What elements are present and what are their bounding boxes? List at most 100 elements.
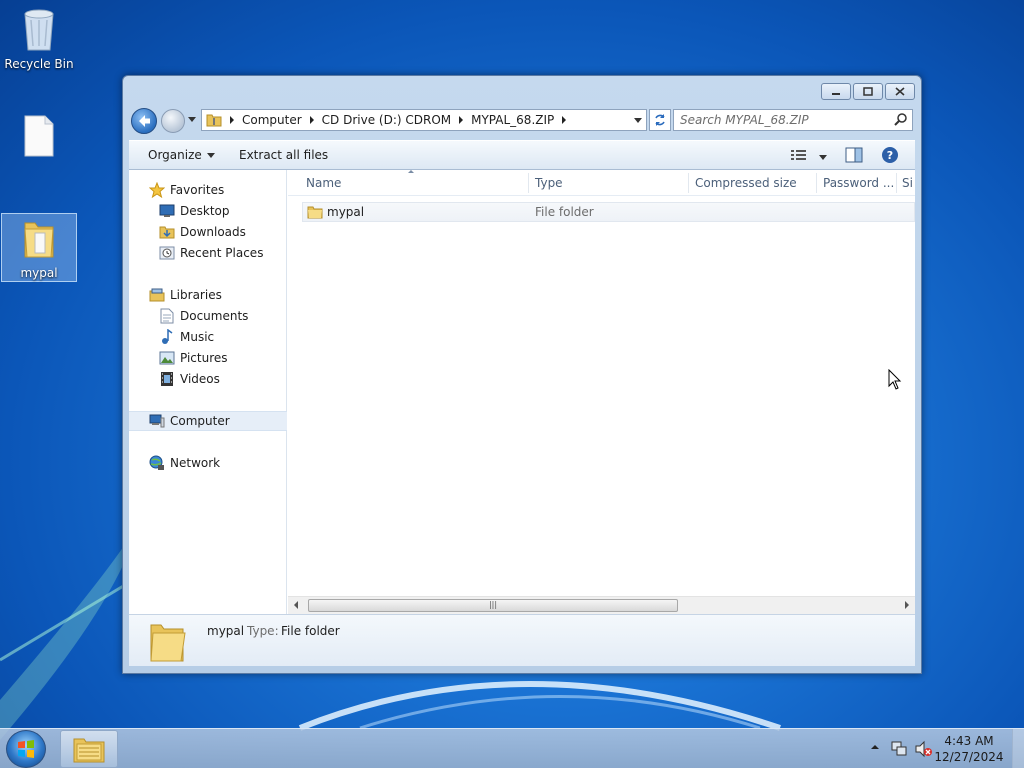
system-clock[interactable]: 4:43 AM 12/27/2024 [934, 733, 1004, 765]
nav-favorites[interactable]: Favorites [129, 180, 287, 200]
music-icon [159, 329, 175, 345]
extract-all-button[interactable]: Extract all files [239, 148, 328, 162]
nav-documents[interactable]: Documents [129, 306, 287, 326]
documents-icon [159, 308, 175, 324]
taskbar: 4:43 AM 12/27/2024 [0, 728, 1024, 768]
libraries-icon [149, 287, 165, 303]
desktop-icon [159, 203, 175, 219]
nav-downloads[interactable]: Downloads [129, 222, 287, 242]
nav-computer[interactable]: Computer [129, 411, 287, 431]
details-type-value: File folder [281, 624, 340, 638]
file-name: mypal [327, 205, 365, 219]
column-divider[interactable] [816, 173, 817, 193]
column-password[interactable]: Password ... [823, 176, 894, 190]
help-button[interactable]: ? [881, 146, 899, 167]
breadcrumb-separator[interactable] [230, 116, 234, 124]
scroll-left-icon[interactable] [294, 601, 298, 609]
folder-icon [2, 217, 76, 264]
explorer-window[interactable]: Computer CD Drive (D:) CDROM MYPAL_68.ZI… [122, 75, 922, 674]
nav-label: Libraries [170, 288, 222, 302]
nav-libraries[interactable]: Libraries [129, 285, 287, 305]
breadcrumb-cd-drive[interactable]: CD Drive (D:) CDROM [322, 113, 451, 127]
breadcrumb-zip[interactable]: MYPAL_68.ZIP [471, 113, 554, 127]
details-type-label: Type: [247, 624, 279, 638]
preview-pane-icon [845, 147, 863, 163]
nav-pictures[interactable]: Pictures [129, 348, 287, 368]
start-button[interactable] [6, 730, 46, 768]
forward-button[interactable] [161, 109, 185, 133]
nav-videos[interactable]: Videos [129, 369, 287, 389]
maximize-button[interactable] [853, 83, 883, 100]
breadcrumb-separator[interactable] [459, 116, 464, 124]
search-placeholder: Search MYPAL_68.ZIP [680, 113, 809, 127]
desktop-icon-mypal[interactable]: mypal [1, 213, 77, 282]
folder-icon [307, 205, 323, 222]
minimize-button[interactable] [821, 83, 851, 100]
svg-text:?: ? [887, 149, 893, 162]
column-size[interactable]: Si [902, 176, 913, 190]
back-button[interactable] [131, 108, 157, 134]
breadcrumb-separator[interactable] [309, 116, 314, 124]
organize-button[interactable]: Organize [148, 148, 215, 162]
refresh-icon [655, 114, 665, 126]
breadcrumb-separator[interactable] [562, 116, 567, 124]
network-tray-icon[interactable] [890, 740, 908, 761]
address-bar[interactable]: Computer CD Drive (D:) CDROM MYPAL_68.ZI… [201, 109, 647, 131]
close-button[interactable] [885, 83, 915, 100]
nav-network[interactable]: Network [129, 453, 287, 473]
desktop-icon-label: Recycle Bin [4, 57, 74, 71]
clock-date: 12/27/2024 [934, 750, 1004, 764]
details-pane: mypal Type: File folder [129, 614, 915, 666]
folder-icon [147, 621, 187, 666]
breadcrumb-computer[interactable]: Computer [242, 113, 302, 127]
scrollbar-thumb[interactable]: ||| [308, 599, 678, 612]
recent-pages-dropdown[interactable] [188, 117, 196, 122]
nav-label: Network [170, 456, 221, 470]
sort-ascending-icon [408, 170, 414, 173]
details-view-icon [791, 150, 806, 160]
mouse-cursor-icon [888, 369, 902, 390]
scroll-right-icon[interactable] [905, 601, 909, 609]
column-compressed-size[interactable]: Compressed size [695, 176, 797, 190]
desktop-icon-file[interactable] [1, 114, 77, 163]
nav-label: Music [180, 330, 215, 344]
pictures-icon [159, 350, 175, 366]
column-divider[interactable] [528, 173, 529, 193]
view-options-button[interactable] [791, 149, 827, 164]
network-icon [149, 455, 165, 471]
clock-time: 4:43 AM [944, 734, 994, 748]
search-input[interactable]: Search MYPAL_68.ZIP [673, 109, 913, 131]
chevron-down-icon [818, 155, 827, 160]
nav-music[interactable]: Music [129, 327, 287, 347]
videos-icon [159, 371, 175, 387]
desktop-icon-label: mypal [20, 266, 58, 280]
column-type[interactable]: Type [535, 176, 563, 190]
nav-recent-places[interactable]: Recent Places [129, 243, 287, 263]
address-dropdown[interactable] [634, 118, 642, 123]
column-headers: Name Type Compressed size Password ... S… [288, 170, 915, 196]
column-name[interactable]: Name [306, 176, 341, 190]
show-desktop-button[interactable] [1012, 729, 1024, 768]
blank-file-icon [1, 114, 77, 161]
nav-desktop[interactable]: Desktop [129, 201, 287, 221]
nav-label: Pictures [180, 351, 228, 365]
column-divider[interactable] [896, 173, 897, 193]
volume-muted-icon[interactable] [914, 740, 932, 761]
refresh-button[interactable] [649, 109, 671, 131]
file-type: File folder [535, 205, 594, 219]
horizontal-scrollbar[interactable]: ||| [288, 596, 915, 614]
details-name: mypal [207, 624, 245, 638]
extract-label: Extract all files [239, 148, 329, 162]
search-icon[interactable] [894, 112, 908, 132]
zip-folder-icon [206, 112, 222, 128]
nav-label: Recent Places [180, 246, 264, 260]
desktop-icon-recycle-bin[interactable]: Recycle Bin [1, 6, 77, 71]
taskbar-explorer-button[interactable] [60, 730, 118, 768]
file-row[interactable]: mypal File folder [302, 202, 915, 222]
nav-label: Computer [170, 414, 230, 428]
preview-pane-button[interactable] [845, 147, 863, 166]
downloads-icon [159, 224, 175, 240]
column-divider[interactable] [688, 173, 689, 193]
show-hidden-icons-button[interactable] [870, 741, 880, 755]
computer-icon [149, 413, 165, 429]
